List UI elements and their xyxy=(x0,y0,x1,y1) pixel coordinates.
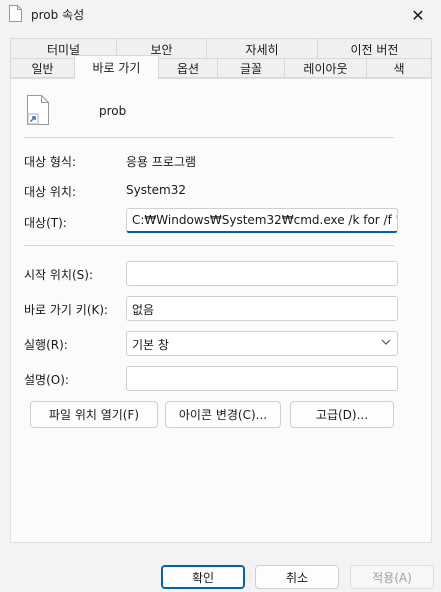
tab-label: 일반 xyxy=(31,61,54,76)
start-in-input[interactable] xyxy=(126,261,398,286)
comment-label: 설명(O): xyxy=(24,373,69,387)
tab-label: 옵션 xyxy=(176,61,200,76)
button-label: 취소 xyxy=(285,570,309,585)
document-icon xyxy=(9,5,22,22)
close-icon: ✕ xyxy=(411,5,425,25)
tab-label: 레이아웃 xyxy=(303,61,348,76)
cancel-button[interactable]: 취소 xyxy=(255,565,339,589)
tab-label: 자세히 xyxy=(245,42,279,57)
button-label: 확인 xyxy=(191,570,215,585)
target-type-label: 대상 형식: xyxy=(24,155,77,169)
button-label: 고급(D)... xyxy=(315,408,369,422)
open-file-location-button[interactable]: 파일 위치 열기(F) xyxy=(30,401,158,428)
shortcut-key-label: 바로 가기 키(K): xyxy=(24,303,109,317)
target-type-value: 응용 프로그램 xyxy=(126,155,197,169)
apply-button[interactable]: 적용(A) xyxy=(350,565,434,589)
divider xyxy=(24,245,394,246)
run-select-value: 기본 창 xyxy=(132,338,169,352)
button-label: 파일 위치 열기(F) xyxy=(48,408,140,422)
tab-label: 이전 버전 xyxy=(350,42,399,57)
shortcut-key-input[interactable]: 없음 xyxy=(126,296,398,321)
tab-label: 바로 가기 xyxy=(92,61,141,75)
change-icon-button[interactable]: 아이콘 변경(C)... xyxy=(165,401,281,428)
run-select[interactable]: 기본 창 xyxy=(126,331,398,356)
comment-input[interactable] xyxy=(126,366,398,391)
tab-options[interactable]: 옵션 xyxy=(158,58,218,78)
ok-button[interactable]: 확인 xyxy=(161,565,245,589)
close-button[interactable]: ✕ xyxy=(395,0,441,30)
target-location-label: 대상 위치: xyxy=(24,185,77,199)
tab-label: 글꼴 xyxy=(239,61,263,76)
tab-details[interactable]: 자세히 xyxy=(206,38,318,59)
shortcut-panel: prob 대상 형식: 응용 프로그램 대상 위치: System32 대상(T… xyxy=(10,78,432,543)
shortcut-name: prob xyxy=(99,104,127,118)
divider xyxy=(24,137,394,138)
run-label: 실행(R): xyxy=(24,338,68,352)
chevron-down-icon xyxy=(381,339,391,345)
window-title: prob 속성 xyxy=(31,8,85,22)
shortcut-key-value: 없음 xyxy=(132,303,155,317)
button-label: 아이콘 변경(C)... xyxy=(178,408,268,422)
target-location-value: System32 xyxy=(126,183,187,197)
target-input-value: C:₩Windows₩System32₩cmd.exe /k for /f "t… xyxy=(132,213,397,227)
target-label: 대상(T): xyxy=(24,216,67,230)
target-input[interactable]: C:₩Windows₩System32₩cmd.exe /k for /f "t… xyxy=(126,208,398,233)
shortcut-file-icon xyxy=(27,95,49,125)
tab-label: 색 xyxy=(393,61,405,76)
tab-colors[interactable]: 색 xyxy=(366,58,432,78)
tab-previous-versions[interactable]: 이전 버전 xyxy=(317,38,432,59)
button-label: 적용(A) xyxy=(372,570,412,585)
title-bar: prob 속성 ✕ xyxy=(0,0,441,30)
tab-layout[interactable]: 레이아웃 xyxy=(284,58,367,78)
tab-font[interactable]: 글꼴 xyxy=(217,58,285,78)
tab-general[interactable]: 일반 xyxy=(10,58,75,78)
start-in-label: 시작 위치(S): xyxy=(24,268,93,282)
advanced-button[interactable]: 고급(D)... xyxy=(290,401,394,428)
tab-shortcut[interactable]: 바로 가기 xyxy=(74,55,159,79)
